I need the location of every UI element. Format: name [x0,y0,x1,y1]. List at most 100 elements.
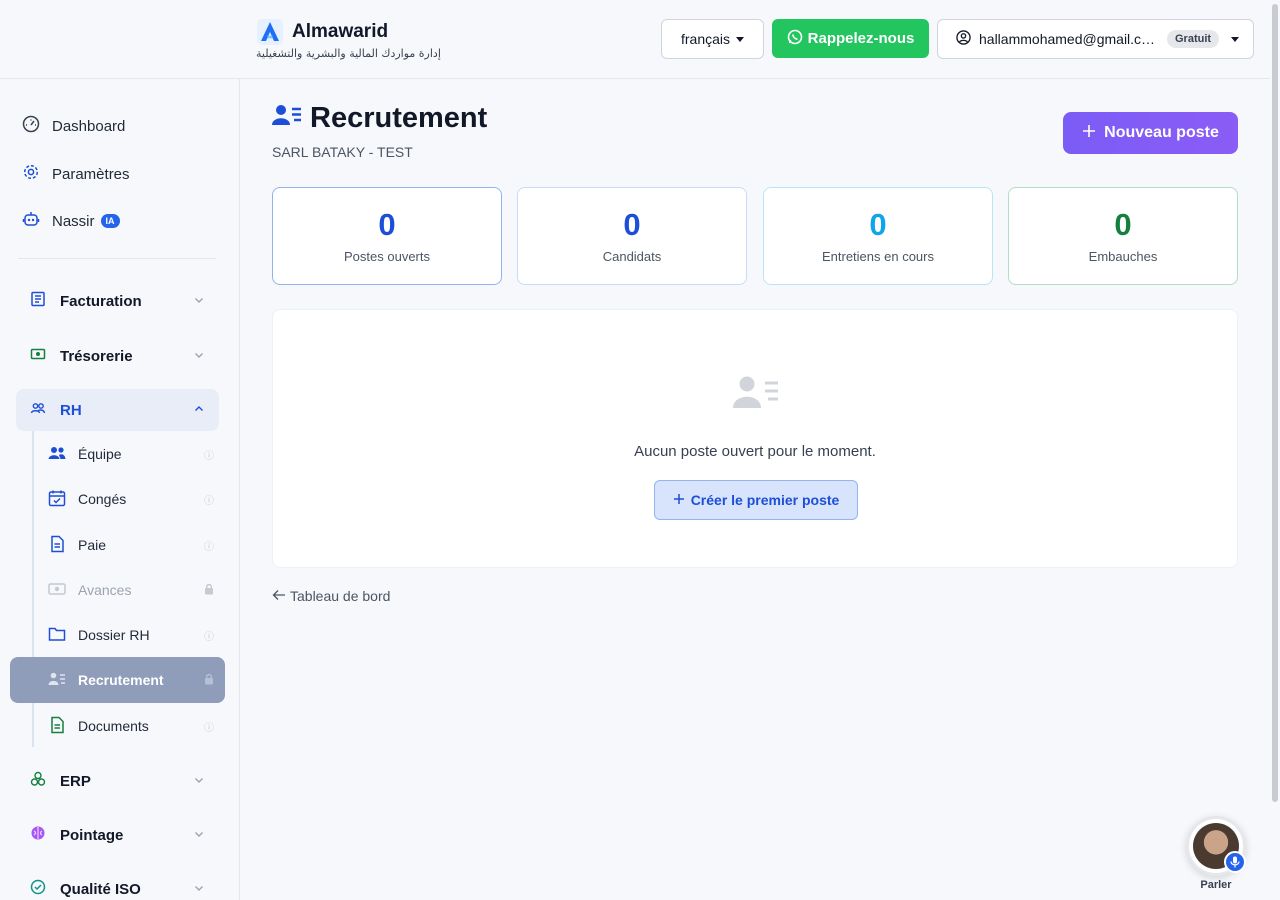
chevron-down-icon [193,293,205,310]
stat-card-hires: 0 Embauches [1008,187,1238,285]
sidebar-item-avances[interactable]: Avances [48,570,218,610]
folder-icon [48,626,66,645]
gear-icon [22,163,40,185]
whatsapp-icon [787,29,803,49]
sidebar-group-label: Pointage [60,826,124,844]
sidebar-group-rh[interactable]: RH [16,389,219,431]
new-position-button[interactable]: Nouveau poste [1063,112,1238,154]
sidebar-item-conges[interactable]: Congés ⓘ [48,479,218,519]
top-bar: Almawarid إدارة مواردك المالية والبشرية … [0,0,1270,79]
sidebar-group-erp[interactable]: ERP [16,760,219,802]
sidebar-group-label: Facturation [60,292,142,310]
gauge-icon [22,115,40,137]
new-position-label: Nouveau poste [1104,124,1219,141]
sidebar-item-equipe[interactable]: Équipe ⓘ [48,434,218,474]
brand[interactable]: Almawarid إدارة مواردك المالية والبشرية … [256,18,441,60]
user-circle-icon [956,30,971,48]
sidebar-group-qualite-iso[interactable]: Qualité ISO [16,868,219,900]
caret-down-icon [1231,36,1239,42]
callback-button[interactable]: Rappelez-nous [772,19,929,58]
voice-assistant-label: Parler [1200,879,1232,891]
sidebar-item-label: Dossier RH [78,627,150,643]
page-scrollbar[interactable] [1272,4,1278,802]
sidebar-item-label: Congés [78,491,127,507]
sidebar-item-dashboard[interactable]: Dashboard [22,115,125,137]
create-first-position-label: Créer le premier poste [690,492,840,508]
chevron-down-icon [193,881,205,898]
brand-name: Almawarid [292,21,389,42]
file-text-icon [48,716,66,737]
plan-badge: Gratuit [1167,30,1220,48]
sidebar-item-label: Recrutement [78,672,164,688]
sidebar-divider [18,258,216,259]
brand-tagline: إدارة مواردك المالية والبشرية والتشغيلية [256,47,441,60]
sidebar-item-label: Dashboard [52,117,126,135]
info-icon[interactable]: ⓘ [204,538,214,553]
microphone-icon [1224,851,1246,873]
caret-down-icon [736,36,745,42]
stat-label: Candidats [602,248,662,264]
company-name: SARL BATAKY - TEST [272,144,413,160]
stat-card-open-positions: 0 Postes ouverts [272,187,502,285]
plus-icon [673,492,685,508]
plus-icon [1082,124,1096,143]
sidebar-item-label: Paie [78,537,107,553]
chevron-down-icon [193,348,205,365]
cubes-icon [30,771,46,791]
brain-icon [30,825,46,845]
lock-icon [204,673,214,688]
sidebar-item-paie[interactable]: Paie ⓘ [48,525,218,565]
back-to-dashboard-link[interactable]: Tableau de bord [272,588,390,604]
sidebar-item-documents[interactable]: Documents ⓘ [48,706,218,746]
user-list-icon [733,374,779,415]
stat-label: Embauches [1088,248,1158,264]
stat-card-candidates: 0 Candidats [517,187,747,285]
sidebar-group-label: Trésorerie [60,347,133,365]
sidebar-item-label: Nassir [52,212,95,230]
ia-badge: IA [100,214,120,228]
user-menu-button[interactable]: hallammohamed@gmail.c… Gratuit [937,19,1254,59]
stat-value: 0 [869,206,887,242]
arrow-left-icon [272,588,286,604]
page-title-text: Recrutement [310,102,488,134]
callback-label: Rappelez-nous [807,30,915,47]
stat-label: Entretiens en cours [821,248,934,264]
sidebar-item-nassir[interactable]: Nassir IA [22,210,120,232]
invoice-icon [30,291,46,311]
sidebar-item-recrutement[interactable]: Recrutement [48,660,218,700]
page-title: Recrutement [272,102,487,135]
team-icon [48,445,66,464]
info-icon[interactable]: ⓘ [204,492,214,507]
info-icon[interactable]: ⓘ [204,447,214,462]
chevron-up-icon [193,402,205,419]
stat-value: 0 [1114,206,1132,242]
create-first-position-button[interactable]: Créer le premier poste [654,480,858,520]
document-icon [48,535,66,556]
info-icon[interactable]: ⓘ [204,628,214,643]
language-select[interactable]: français [661,19,764,59]
sidebar-group-label: ERP [60,772,91,790]
sidebar-group-facturation[interactable]: Facturation [16,280,219,322]
robot-icon [22,210,40,232]
stat-value: 0 [378,206,396,242]
stat-card-interviews: 0 Entretiens en cours [763,187,993,285]
back-link-label: Tableau de bord [290,588,391,604]
user-list-icon [272,102,302,135]
sidebar-group-pointage[interactable]: Pointage [16,814,219,856]
cash-icon [48,581,66,600]
sidebar: Dashboard Paramètres Nassir IA Facturati… [0,79,240,900]
sidebar-item-dossier-rh[interactable]: Dossier RH ⓘ [48,615,218,655]
sidebar-group-tresorerie[interactable]: Trésorerie [16,335,219,377]
cash-icon [30,346,46,366]
stat-label: Postes ouverts [344,248,430,264]
sidebar-group-label: Qualité ISO [60,880,141,898]
user-email: hallammohamed@gmail.c… [979,31,1156,47]
info-icon[interactable]: ⓘ [204,719,214,734]
sidebar-item-parametres[interactable]: Paramètres [22,163,130,185]
sidebar-item-label: Avances [78,582,132,598]
people-icon [30,400,46,420]
check-circle-icon [30,879,46,899]
voice-assistant-button[interactable] [1186,816,1246,876]
user-list-icon [48,671,66,690]
language-label: français [680,31,731,47]
